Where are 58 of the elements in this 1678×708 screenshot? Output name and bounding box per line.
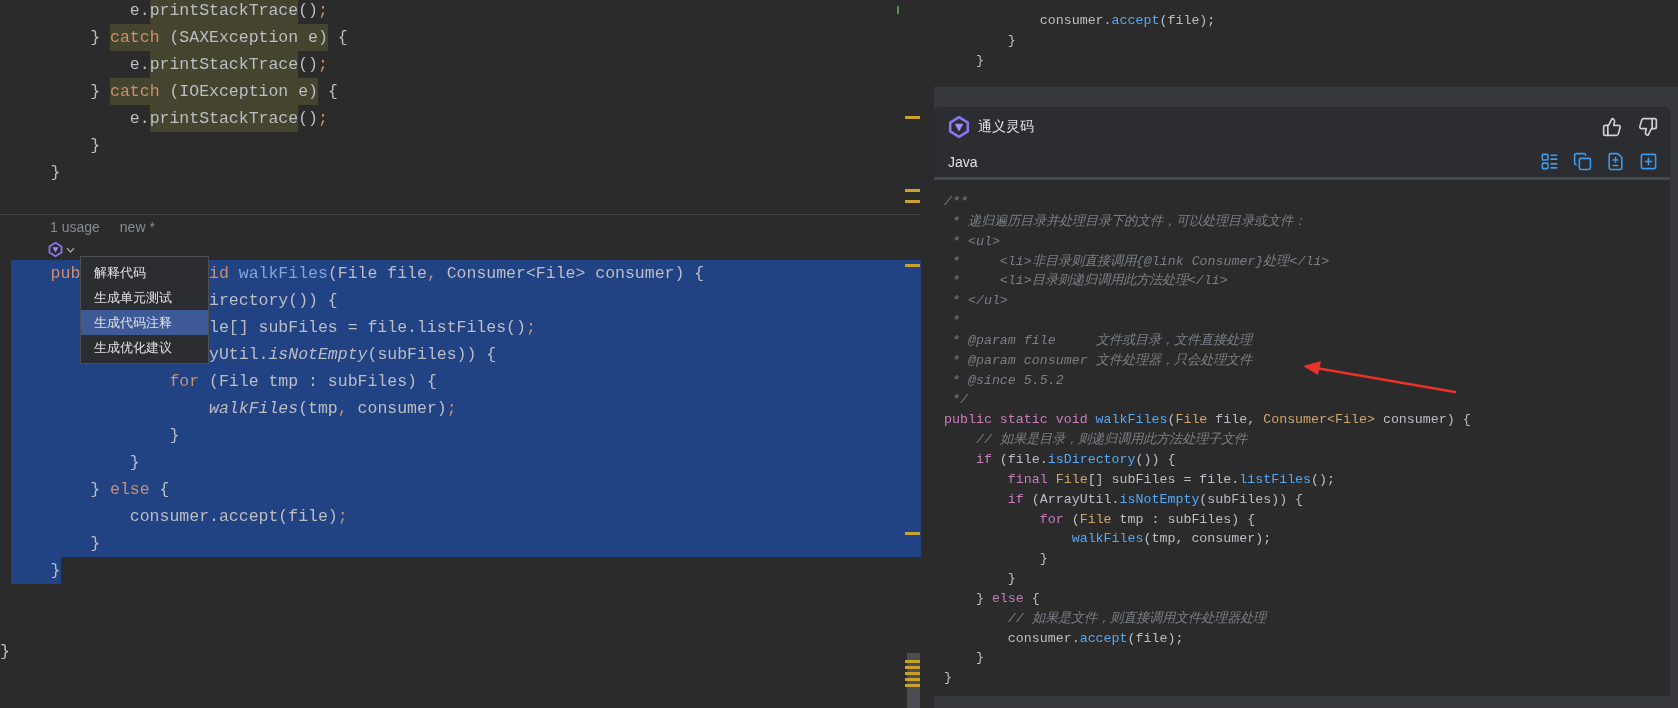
code-line: public static void walkFiles(File file, Consumer<File> consumer) {	[944, 411, 1471, 430]
code-line: e.printStackTrace();	[11, 0, 328, 24]
code-line: */	[950, 391, 968, 410]
menu-item[interactable]: 解释代码	[81, 260, 208, 285]
code-line: le[] subFiles = file.listFiles();	[209, 317, 536, 339]
code-line: }	[168, 425, 180, 447]
code-line: consumer.accept(file);	[1006, 629, 1184, 648]
menu-item[interactable]: 生成单元测试	[81, 285, 208, 310]
code-line: *	[950, 312, 960, 331]
code-line: if (file.isDirectory()) {	[974, 450, 1176, 469]
menu-item[interactable]: 生成代码注释	[81, 310, 208, 335]
assistant-title: 通义灵码	[978, 117, 1035, 136]
code-line: }	[1006, 32, 1016, 50]
code-line: e.printStackTrace();	[11, 51, 328, 78]
code-line: /**	[944, 193, 968, 211]
code-line: // 如果是文件，则直接调用文件处理器处理	[1006, 609, 1266, 628]
code-line: * @param consumer 文件处理器，只会处理文件	[950, 351, 1252, 370]
code-line: consumer.accept(file);	[128, 506, 348, 528]
chevron-down-icon[interactable]	[66, 246, 75, 253]
code-line: irectory()) {	[209, 290, 338, 312]
code-line: } catch (IOException e) {	[11, 78, 338, 105]
code-line: }	[1038, 550, 1048, 569]
menu-item[interactable]: 生成优化建议	[81, 335, 208, 360]
code-line: }	[944, 669, 952, 688]
code-line: walkFiles(tmp, consumer);	[208, 398, 457, 420]
code-line: }	[89, 135, 101, 157]
code-line: * <li>目录则递归调用此方法处理</li>	[950, 272, 1228, 291]
code-line: }	[1006, 570, 1016, 589]
code-line: }	[974, 649, 984, 668]
code-line: final File[] subFiles = file.listFiles();	[1006, 470, 1336, 489]
code-line: // 如果是目录，则递归调用此方法处理子文件	[974, 431, 1247, 450]
code-line: * <li>非目录则直接调用{@link Consumer}处理</li>	[950, 252, 1330, 271]
code-line: id walkFiles(File file, Consumer<File> consumer) {	[209, 263, 705, 285]
code-line: }	[89, 533, 101, 555]
code-line: }	[0, 641, 10, 663]
code-line: * </ul>	[950, 292, 1008, 311]
code-line: * @since 5.5.2	[950, 371, 1064, 390]
code-line: yUtil.isNotEmpty(subFiles)) {	[209, 344, 497, 366]
code-line: }	[128, 452, 140, 474]
code-line: } else {	[974, 589, 1040, 608]
code-line: for (File tmp : subFiles) {	[1038, 510, 1256, 529]
code-line: }	[974, 52, 984, 70]
usage-count[interactable]: 1 usage	[50, 219, 100, 235]
code-line: for (File tmp : subFiles) {	[168, 371, 437, 393]
assistant-logo-icon	[948, 115, 970, 138]
code-line: if (ArrayUtil.isNotEmpty(subFiles)) {	[1006, 490, 1304, 509]
code-line: walkFiles(tmp, consumer);	[1070, 530, 1272, 549]
code-line: pub	[49, 263, 81, 285]
code-line: * @param file 文件或目录，文件直接处理	[950, 331, 1252, 350]
code-line: consumer.accept(file);	[1038, 12, 1216, 30]
assistant-logo-icon	[48, 242, 63, 257]
language-label: Java	[948, 153, 979, 170]
author-status: new *	[119, 219, 155, 235]
code-line: * 递归遍历目录并处理目录下的文件，可以处理目录或文件：	[950, 212, 1306, 231]
code-line: * <ul>	[950, 232, 1000, 251]
code-line: }	[49, 162, 61, 184]
code-line: e.printStackTrace();	[11, 105, 328, 132]
code-line: } else {	[89, 479, 170, 501]
